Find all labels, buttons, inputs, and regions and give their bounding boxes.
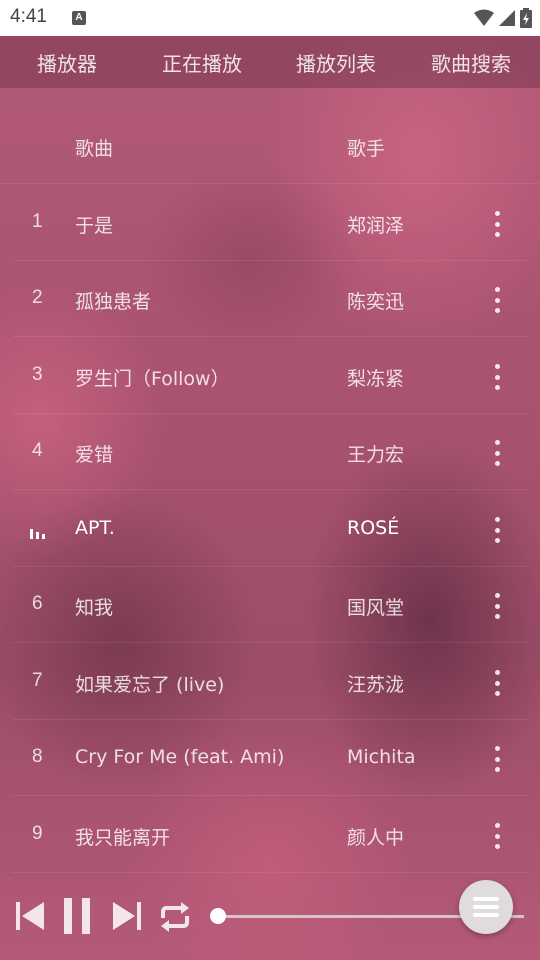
song-row[interactable]: 3 罗生门（Follow） 梨冻紧 bbox=[12, 338, 528, 414]
song-number: 9 bbox=[32, 823, 43, 844]
more-options-icon[interactable] bbox=[486, 207, 508, 241]
song-title: APT. bbox=[75, 517, 115, 539]
song-title: 于是 bbox=[75, 215, 114, 237]
song-artist: 国风堂 bbox=[347, 597, 405, 619]
song-title: 如果爱忘了 (live) bbox=[75, 674, 225, 696]
song-title: 知我 bbox=[75, 597, 114, 619]
now-playing-equalizer-icon bbox=[30, 527, 48, 539]
tab-player[interactable]: 播放器 bbox=[37, 48, 97, 77]
more-options-icon[interactable] bbox=[486, 360, 508, 394]
song-row[interactable]: 1 于是 郑润泽 bbox=[12, 185, 528, 261]
song-number: 2 bbox=[32, 287, 43, 308]
song-number: 4 bbox=[32, 440, 43, 461]
more-options-icon[interactable] bbox=[486, 742, 508, 776]
more-options-icon[interactable] bbox=[486, 589, 508, 623]
song-title: Cry For Me (feat. Ami) bbox=[75, 746, 285, 768]
song-row[interactable]: 2 孤独患者 陈奕迅 bbox=[12, 261, 528, 337]
song-number: 6 bbox=[32, 593, 43, 614]
more-options-icon[interactable] bbox=[486, 819, 508, 853]
song-artist: 陈奕迅 bbox=[347, 291, 405, 313]
song-artist: 汪苏泷 bbox=[347, 674, 405, 696]
header-artist: 歌手 bbox=[347, 138, 386, 160]
player-bar bbox=[0, 874, 540, 960]
more-options-icon[interactable] bbox=[486, 436, 508, 470]
signal-icon bbox=[499, 10, 515, 26]
wifi-icon bbox=[474, 9, 494, 26]
song-artist: ROSÉ bbox=[347, 517, 400, 539]
pause-icon[interactable] bbox=[62, 898, 92, 934]
song-row[interactable]: 7 如果爱忘了 (live) 汪苏泷 bbox=[12, 644, 528, 720]
song-artist: 郑润泽 bbox=[347, 215, 405, 237]
list-header: 歌曲 歌手 bbox=[0, 108, 540, 184]
song-title: 罗生门（Follow） bbox=[75, 368, 230, 390]
song-row[interactable]: 6 知我 国风堂 bbox=[12, 567, 528, 643]
status-icons bbox=[474, 8, 532, 28]
song-title: 爱错 bbox=[75, 444, 114, 466]
skip-previous-icon[interactable] bbox=[14, 900, 46, 932]
song-title: 孤独患者 bbox=[75, 291, 152, 313]
song-number: 1 bbox=[32, 211, 43, 232]
song-number: 8 bbox=[32, 746, 43, 767]
tab-now-playing[interactable]: 正在播放 bbox=[162, 48, 242, 77]
battery-icon bbox=[520, 8, 532, 28]
status-time: 4:41 bbox=[10, 6, 47, 27]
more-options-icon[interactable] bbox=[486, 513, 508, 547]
more-options-icon[interactable] bbox=[486, 283, 508, 317]
song-number: 7 bbox=[32, 670, 43, 691]
repeat-icon[interactable] bbox=[157, 900, 193, 934]
tab-song-search[interactable]: 歌曲搜索 bbox=[431, 48, 511, 77]
more-options-icon[interactable] bbox=[486, 666, 508, 700]
song-artist: 王力宏 bbox=[347, 444, 405, 466]
song-title: 我只能离开 bbox=[75, 827, 171, 849]
skip-next-icon[interactable] bbox=[111, 900, 143, 932]
song-artist: 梨冻紧 bbox=[347, 368, 405, 390]
song-artist: Michita bbox=[347, 746, 416, 768]
song-row-now-playing[interactable]: APT. ROSÉ bbox=[12, 491, 528, 567]
notification-icon: A bbox=[72, 11, 86, 25]
status-bar: 4:41 A bbox=[0, 0, 540, 36]
song-artist: 颜人中 bbox=[347, 827, 405, 849]
top-nav: 播放器 正在播放 播放列表 歌曲搜索 bbox=[0, 36, 540, 88]
song-row[interactable]: 8 Cry For Me (feat. Ami) Michita bbox=[12, 720, 528, 796]
tab-playlist[interactable]: 播放列表 bbox=[296, 48, 376, 77]
song-number: 3 bbox=[32, 364, 43, 385]
song-row[interactable]: 9 我只能离开 颜人中 bbox=[12, 797, 528, 873]
song-row[interactable]: 4 爱错 王力宏 bbox=[12, 414, 528, 490]
header-song: 歌曲 bbox=[75, 138, 114, 160]
menu-icon[interactable] bbox=[459, 880, 513, 934]
progress-knob[interactable] bbox=[210, 908, 227, 924]
